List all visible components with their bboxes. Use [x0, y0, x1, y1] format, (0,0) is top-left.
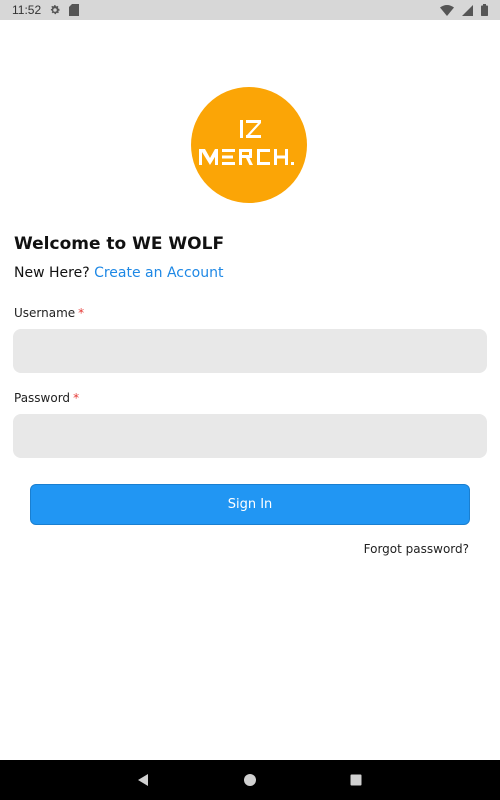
logo-circle — [191, 87, 307, 203]
wifi-icon — [440, 4, 454, 16]
create-account-link[interactable]: Create an Account — [94, 265, 223, 281]
sign-in-button-label: Sign In — [227, 497, 273, 512]
forgot-password-link[interactable]: Forgot password? — [364, 542, 469, 556]
recents-button[interactable] — [336, 760, 376, 800]
brand-logo — [191, 87, 307, 203]
recents-icon — [350, 774, 362, 786]
password-label: Password * — [14, 391, 79, 405]
home-icon — [244, 774, 256, 786]
navigation-bar — [0, 760, 500, 800]
home-button[interactable] — [230, 760, 270, 800]
sign-in-button[interactable]: Sign In — [30, 484, 470, 525]
username-required-marker: * — [78, 306, 85, 320]
welcome-title: Welcome to WE WOLF — [14, 234, 225, 254]
username-input[interactable] — [13, 329, 487, 373]
username-label-text: Username — [14, 306, 76, 320]
password-input[interactable] — [13, 414, 487, 458]
status-bar: 11:52 — [0, 0, 500, 20]
login-screen: Welcome to WE WOLF New Here? Create an A… — [0, 20, 500, 760]
back-icon — [138, 774, 148, 786]
status-left: 11:52 — [12, 3, 80, 17]
sd-card-icon — [69, 4, 80, 16]
cellular-signal-icon — [462, 4, 473, 16]
password-required-marker: * — [73, 391, 80, 405]
back-button[interactable] — [123, 760, 163, 800]
battery-icon — [481, 4, 488, 16]
username-label: Username * — [14, 306, 84, 320]
status-right — [440, 4, 488, 16]
status-time: 11:52 — [12, 3, 42, 17]
brand-logo-graphic — [191, 87, 307, 203]
settings-gear-icon — [49, 4, 61, 16]
new-here-line: New Here? Create an Account — [14, 265, 223, 281]
password-label-text: Password — [14, 391, 71, 405]
new-here-text: New Here? — [14, 265, 90, 281]
